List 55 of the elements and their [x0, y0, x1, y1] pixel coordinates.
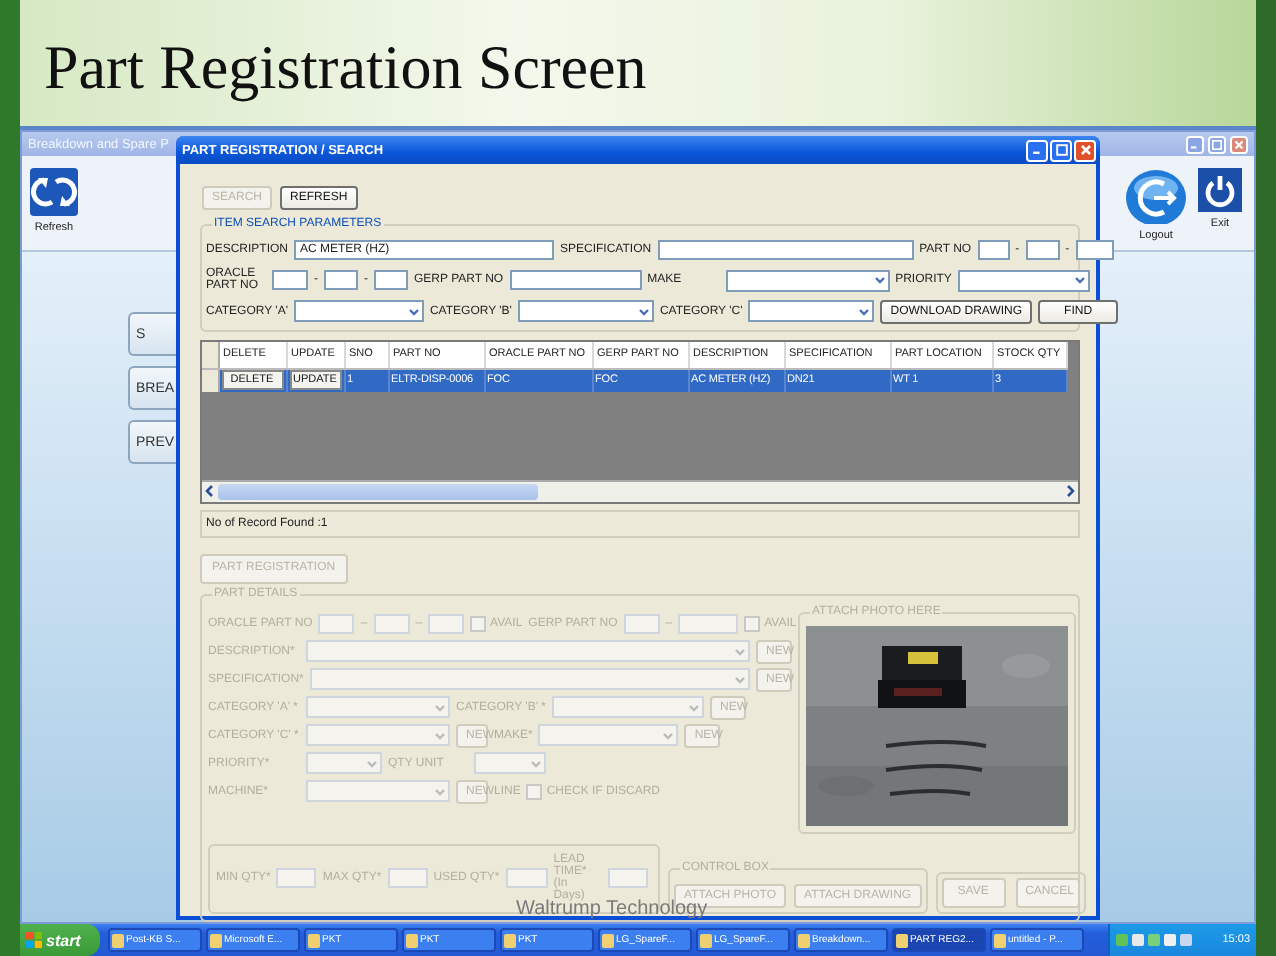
app-icon	[308, 933, 320, 947]
app-icon	[798, 933, 810, 947]
app-icon	[406, 933, 418, 947]
chevron-left-icon	[202, 481, 218, 500]
chevron-down-icon	[434, 729, 446, 742]
power-icon	[1198, 168, 1242, 212]
text-field[interactable]	[374, 270, 408, 291]
app-icon	[994, 933, 1006, 947]
close-button[interactable]	[1230, 135, 1248, 153]
maximize-button[interactable]	[1208, 135, 1226, 153]
maximize-icon	[1053, 142, 1069, 158]
text-field[interactable]	[272, 270, 308, 291]
chevron-down-icon	[434, 701, 446, 714]
chevron-right-icon	[1062, 481, 1078, 500]
maximize-icon	[1210, 137, 1224, 151]
chevron-down-icon	[530, 757, 542, 770]
chevron-down-icon	[873, 274, 886, 287]
horizontal-scrollbar[interactable]	[202, 479, 1078, 502]
text-field[interactable]	[1025, 240, 1060, 260]
close-icon	[1232, 137, 1246, 151]
chevron-down-icon	[366, 757, 378, 770]
minimize-button[interactable]	[1026, 139, 1048, 161]
chevron-down-icon	[662, 729, 675, 742]
minimize-button[interactable]	[1186, 135, 1204, 153]
dropdown[interactable]	[957, 269, 1090, 292]
windows-flag-icon	[26, 932, 42, 948]
dropdown[interactable]	[725, 269, 890, 292]
dropdown[interactable]	[293, 300, 424, 323]
logout-icon	[1126, 168, 1186, 224]
dropdown[interactable]	[748, 300, 875, 323]
maximize-button[interactable]	[1050, 139, 1072, 161]
chevron-down-icon	[734, 673, 746, 686]
close-icon	[1077, 142, 1093, 158]
app-icon	[210, 933, 222, 947]
dropdown[interactable]	[517, 300, 654, 323]
text-field[interactable]	[509, 270, 642, 291]
chevron-down-icon	[687, 701, 700, 714]
slide-title: Part Registration Screen	[44, 32, 647, 104]
chevron-down-icon	[734, 645, 746, 658]
text-field[interactable]	[657, 240, 914, 260]
app-icon	[896, 933, 908, 947]
text-field[interactable]	[977, 240, 1010, 260]
chevron-down-icon	[1073, 274, 1086, 287]
chevron-down-icon	[637, 305, 650, 318]
app-icon	[112, 933, 124, 947]
chevron-down-icon	[434, 785, 446, 798]
chevron-down-icon	[407, 305, 420, 318]
app-icon	[504, 933, 516, 947]
close-button[interactable]	[1074, 139, 1096, 161]
app-icon	[602, 933, 614, 947]
text-field[interactable]	[1075, 240, 1114, 260]
refresh-icon	[30, 168, 78, 216]
chevron-down-icon	[858, 305, 871, 318]
app-icon	[700, 933, 712, 947]
text-field[interactable]	[324, 270, 358, 291]
